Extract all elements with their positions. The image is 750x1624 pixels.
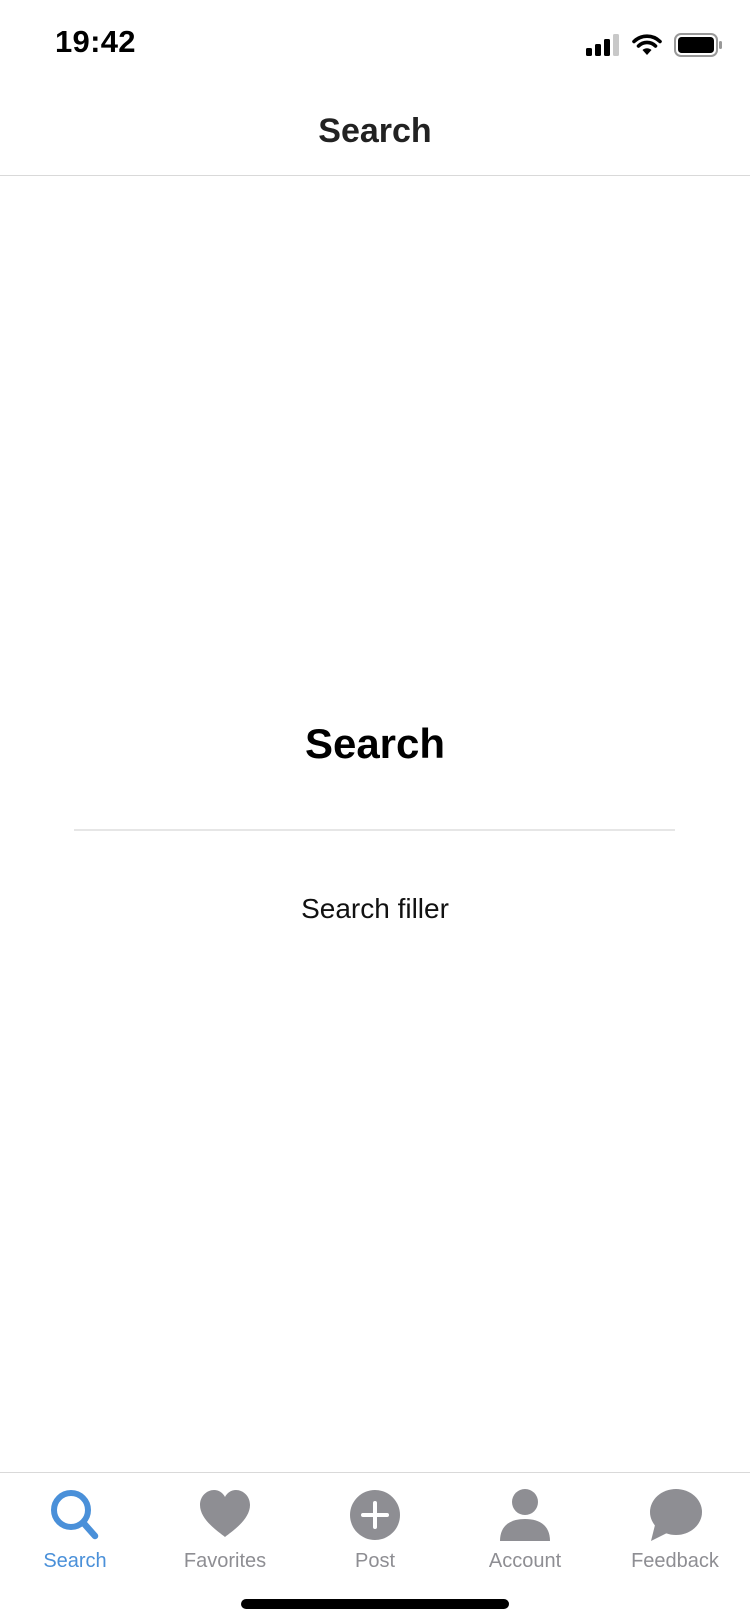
tab-search[interactable]: Search: [0, 1487, 150, 1587]
home-indicator[interactable]: [241, 1599, 509, 1609]
signal-icon: [586, 34, 619, 56]
wifi-icon: [632, 34, 662, 55]
content-divider: [74, 829, 675, 831]
status-bar: 19:42: [0, 0, 750, 88]
tab-label: Search: [43, 1550, 107, 1572]
person-icon: [500, 1489, 550, 1541]
search-icon: [51, 1490, 99, 1540]
heart-icon: [200, 1490, 250, 1537]
tab-label: Post: [354, 1550, 396, 1572]
navigation-header: Search: [0, 88, 750, 176]
filler-text: Search filler: [301, 893, 449, 924]
tab-feedback[interactable]: Feedback: [600, 1487, 750, 1587]
chat-bubble-icon: [650, 1489, 702, 1541]
tab-label: Account: [488, 1550, 562, 1572]
status-icons: [586, 32, 722, 58]
tab-account[interactable]: Account: [450, 1487, 600, 1587]
content-title: Search: [304, 720, 446, 767]
battery-icon: [674, 33, 722, 57]
status-time: 19:42: [55, 24, 136, 59]
tab-favorites[interactable]: Favorites: [150, 1487, 300, 1587]
tab-label: Favorites: [183, 1550, 267, 1572]
tab-post[interactable]: Post: [300, 1487, 450, 1587]
page-title: Search: [318, 112, 432, 150]
tab-label: Feedback: [631, 1550, 719, 1572]
plus-circle-icon: [350, 1490, 400, 1540]
